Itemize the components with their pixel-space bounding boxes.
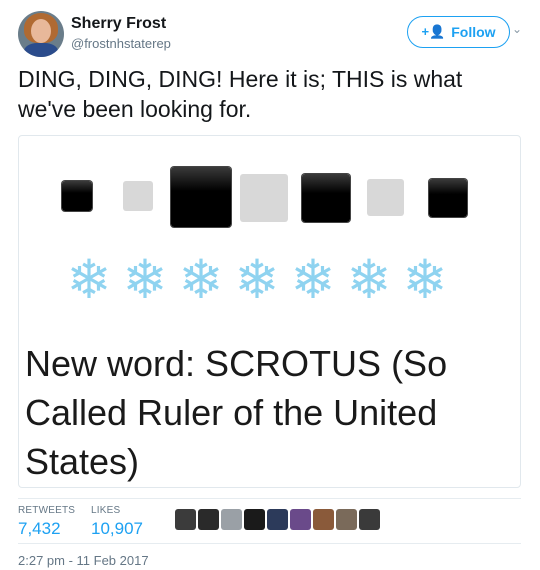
snowflake-icon: ❄	[234, 250, 280, 310]
display-name[interactable]: Sherry Frost	[71, 15, 166, 33]
chevron-down-icon[interactable]: ⌄	[509, 22, 525, 38]
liker-avatars	[175, 509, 380, 531]
add-user-icon: +👤	[421, 24, 446, 39]
black-square-4	[429, 179, 467, 217]
grey-square-1	[123, 181, 153, 211]
snowflake-icon: ❄	[290, 250, 336, 310]
likes-label: LIKES	[91, 505, 121, 516]
tweet-stats: RETWEETS 7,432 LIKES 10,907	[18, 498, 521, 544]
black-square-3	[302, 174, 350, 222]
grey-square-2	[240, 174, 288, 222]
snowflake-row: ❄ ❄ ❄ ❄ ❄ ❄ ❄	[61, 249, 453, 311]
liker-avatar[interactable]	[336, 509, 357, 530]
likes-count: 10,907	[91, 519, 143, 538]
retweets-count: 7,432	[18, 519, 61, 538]
liker-avatar[interactable]	[175, 509, 196, 530]
retweets-label: RETWEETS	[18, 505, 76, 516]
liker-avatar[interactable]	[221, 509, 242, 530]
liker-avatar[interactable]	[267, 509, 288, 530]
retweet-stat[interactable]: RETWEETS 7,432	[18, 505, 75, 539]
avatar[interactable]	[18, 11, 64, 57]
snowflake-icon: ❄	[346, 250, 392, 310]
snowflake-icon: ❄	[178, 250, 224, 310]
tweet-text: DING, DING, DING! Here it is; THIS is wh…	[18, 66, 463, 122]
likes-stat[interactable]: LIKES 10,907	[91, 505, 143, 539]
image-caption-text: New word: SCROTUS (So Called Ruler of th…	[25, 343, 448, 482]
liker-avatar[interactable]	[290, 509, 311, 530]
follow-label: Follow	[451, 24, 496, 40]
tweet-media-image[interactable]: ❄ ❄ ❄ ❄ ❄ ❄ ❄ New word: SCROTUS (So Call…	[18, 135, 521, 488]
snowflake-icon: ❄	[66, 250, 112, 310]
black-square-2	[171, 167, 231, 227]
snowflake-icon: ❄	[402, 250, 448, 310]
tweet-header: Sherry Frost @frostnhstaterep +👤 Follow …	[18, 11, 526, 59]
black-square-1	[62, 181, 92, 211]
liker-avatar[interactable]	[313, 509, 334, 530]
timestamp[interactable]: 2:27 pm - 11 Feb 2017	[18, 553, 149, 568]
liker-avatar[interactable]	[198, 509, 219, 530]
snowflake-icon: ❄	[122, 250, 168, 310]
liker-avatar[interactable]	[359, 509, 380, 530]
follow-button[interactable]: +👤 Follow	[407, 16, 510, 48]
user-handle[interactable]: @frostnhstaterep	[71, 36, 171, 51]
grey-square-3	[367, 179, 404, 216]
liker-avatar[interactable]	[244, 509, 265, 530]
